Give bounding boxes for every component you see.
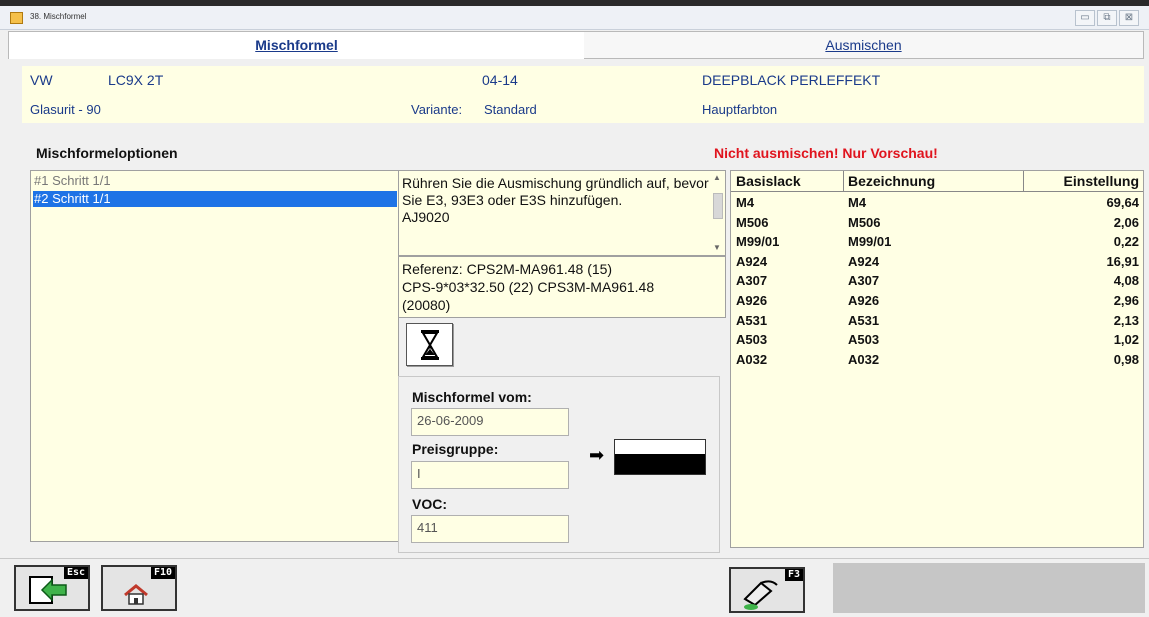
reference-line: (20080) bbox=[402, 297, 451, 313]
column-header[interactable]: Bezeichnung bbox=[848, 173, 935, 189]
year-range: 04-14 bbox=[482, 72, 518, 88]
table-row[interactable]: A924 A924 16,91 bbox=[731, 254, 1143, 273]
minimize-icon[interactable]: ▭ bbox=[1075, 10, 1095, 26]
list-item-selected[interactable]: #2 Schritt 1/1 bbox=[33, 191, 397, 207]
bezeichnung-cell: A924 bbox=[848, 253, 880, 269]
bezeichnung-cell: A926 bbox=[848, 293, 880, 308]
color-swatch bbox=[614, 439, 706, 475]
window-title: 38. Mischformel bbox=[30, 12, 87, 21]
hourglass-icon bbox=[421, 330, 439, 360]
restore-icon[interactable]: ⧉ bbox=[1097, 10, 1117, 26]
window-controls: ▭ ⧉ ⊠ bbox=[1075, 10, 1139, 26]
arrow-right-icon: ➡ bbox=[589, 445, 605, 465]
einstellung-cell: 2,96 bbox=[1113, 293, 1139, 308]
einstellung-cell: 0,98 bbox=[1113, 351, 1139, 367]
basislack-cell: A032 bbox=[736, 351, 768, 367]
tone-label: Hauptfarbton bbox=[702, 102, 778, 117]
basislack-cell: M506 bbox=[736, 214, 769, 230]
voc-label: VOC: bbox=[412, 496, 447, 512]
basislack-cell: A307 bbox=[736, 273, 768, 289]
basislack-cell: M4 bbox=[736, 195, 755, 210]
bezeichnung-cell: M506 bbox=[848, 214, 881, 230]
table-row[interactable]: M4 M4 69,64 bbox=[731, 195, 1143, 214]
column-divider[interactable] bbox=[843, 171, 844, 191]
basislack-cell: A503 bbox=[736, 332, 768, 348]
einstellung-cell: 1,02 bbox=[1113, 332, 1139, 348]
reference-box: Referenz: CPS2M-MA961.48 (15) CPS-9*03*3… bbox=[398, 256, 726, 318]
table-row[interactable]: A307 A307 4,08 bbox=[731, 273, 1143, 292]
key-label: F3 bbox=[784, 569, 803, 581]
einstellung-cell: 0,22 bbox=[1113, 234, 1139, 250]
home-button[interactable]: F10 bbox=[101, 565, 177, 611]
bezeichnung-cell: A503 bbox=[848, 332, 880, 348]
einstellung-cell: 2,13 bbox=[1113, 312, 1139, 328]
table-row[interactable]: M506 M506 2,06 bbox=[731, 215, 1143, 234]
bezeichnung-cell: A032 bbox=[848, 351, 880, 367]
exit-button[interactable]: Esc bbox=[14, 565, 90, 611]
basislack-cell: A531 bbox=[736, 312, 768, 328]
scroll-up-icon[interactable]: ▲ bbox=[711, 173, 723, 183]
color-code: LC9X 2T bbox=[108, 72, 164, 88]
table-header: Basislack Bezeichnung Einstellung bbox=[731, 171, 1143, 192]
price-group-label: Preisgruppe: bbox=[412, 441, 499, 457]
mix-preview-button[interactable]: F3 bbox=[729, 567, 805, 613]
close-icon[interactable]: ⊠ bbox=[1119, 10, 1139, 26]
window-titlebar: 38. Mischformel ▭ ⧉ ⊠ bbox=[0, 6, 1149, 30]
bezeichnung-cell: M4 bbox=[848, 195, 867, 210]
options-title: Mischformeloptionen bbox=[36, 145, 178, 161]
column-header[interactable]: Basislack bbox=[736, 173, 801, 189]
brand: VW bbox=[30, 72, 53, 88]
date-field[interactable]: 26-06-2009 bbox=[411, 408, 569, 436]
formula-header: VW LC9X 2T 04-14 DEEPBLACK PERLEFFEKT Gl… bbox=[22, 66, 1144, 123]
color-swatch-fill bbox=[615, 454, 705, 474]
scroll-down-icon[interactable]: ▼ bbox=[711, 243, 723, 253]
date-label: Mischformel vom: bbox=[412, 389, 532, 405]
table-row[interactable]: A503 A503 1,02 bbox=[731, 332, 1143, 351]
scroll-thumb[interactable] bbox=[713, 193, 723, 219]
hourglass-button[interactable] bbox=[406, 323, 453, 366]
key-label: F10 bbox=[150, 567, 175, 579]
variant-value: Standard bbox=[484, 102, 537, 117]
note-code: AJ9020 bbox=[402, 209, 450, 225]
tab-mischformel[interactable]: Mischformel bbox=[8, 31, 585, 59]
column-divider[interactable] bbox=[1023, 171, 1024, 191]
einstellung-cell: 4,08 bbox=[1113, 273, 1139, 289]
price-group-field[interactable]: I bbox=[411, 461, 569, 489]
list-item[interactable]: #1 Schritt 1/1 bbox=[33, 173, 397, 189]
system-name: Glasurit - 90 bbox=[30, 102, 101, 117]
table-row[interactable]: M99/01 M99/01 0,22 bbox=[731, 234, 1143, 253]
reference-line: CPS-9*03*32.50 (22) CPS3M-MA961.48 bbox=[402, 279, 655, 295]
table-row[interactable]: A926 A926 2,96 bbox=[731, 293, 1143, 312]
einstellung-cell: 16,91 bbox=[1106, 253, 1139, 269]
bezeichnung-cell: A307 bbox=[848, 273, 880, 289]
note-text: Rühren Sie die Ausmischung gründlich auf… bbox=[402, 175, 709, 208]
basislack-cell: A926 bbox=[736, 293, 768, 308]
mixing-note: Rühren Sie die Ausmischung gründlich auf… bbox=[398, 170, 726, 256]
steps-list[interactable]: #1 Schritt 1/1 #2 Schritt 1/1 bbox=[30, 170, 399, 542]
app-icon bbox=[10, 12, 23, 24]
einstellung-cell: 69,64 bbox=[1106, 195, 1139, 210]
column-header[interactable]: Einstellung bbox=[1064, 173, 1139, 189]
preview-warning: Nicht ausmischen! Nur Vorschau! bbox=[714, 145, 938, 161]
key-label: Esc bbox=[63, 567, 88, 579]
reference-line: Referenz: CPS2M-MA961.48 (15) bbox=[402, 261, 613, 277]
voc-field[interactable]: 411 bbox=[411, 515, 569, 543]
formula-table: Basislack Bezeichnung Einstellung M4 M4 69… bbox=[730, 170, 1144, 548]
note-scrollbar[interactable]: ▲ ▼ bbox=[711, 173, 723, 253]
bezeichnung-cell: M99/01 bbox=[848, 234, 892, 250]
bezeichnung-cell: A531 bbox=[848, 312, 880, 328]
basislack-cell: A924 bbox=[736, 253, 768, 269]
einstellung-cell: 2,06 bbox=[1113, 214, 1139, 230]
color-name: DEEPBLACK PERLEFFEKT bbox=[702, 72, 881, 88]
tab-ausmischen[interactable]: Ausmischen bbox=[584, 31, 1144, 59]
table-row[interactable]: A531 A531 2,13 bbox=[731, 313, 1143, 332]
status-area bbox=[833, 563, 1145, 613]
table-row[interactable]: A032 A032 0,98 bbox=[731, 352, 1143, 371]
basislack-cell: M99/01 bbox=[736, 234, 780, 250]
variant-label: Variante: bbox=[411, 102, 463, 117]
